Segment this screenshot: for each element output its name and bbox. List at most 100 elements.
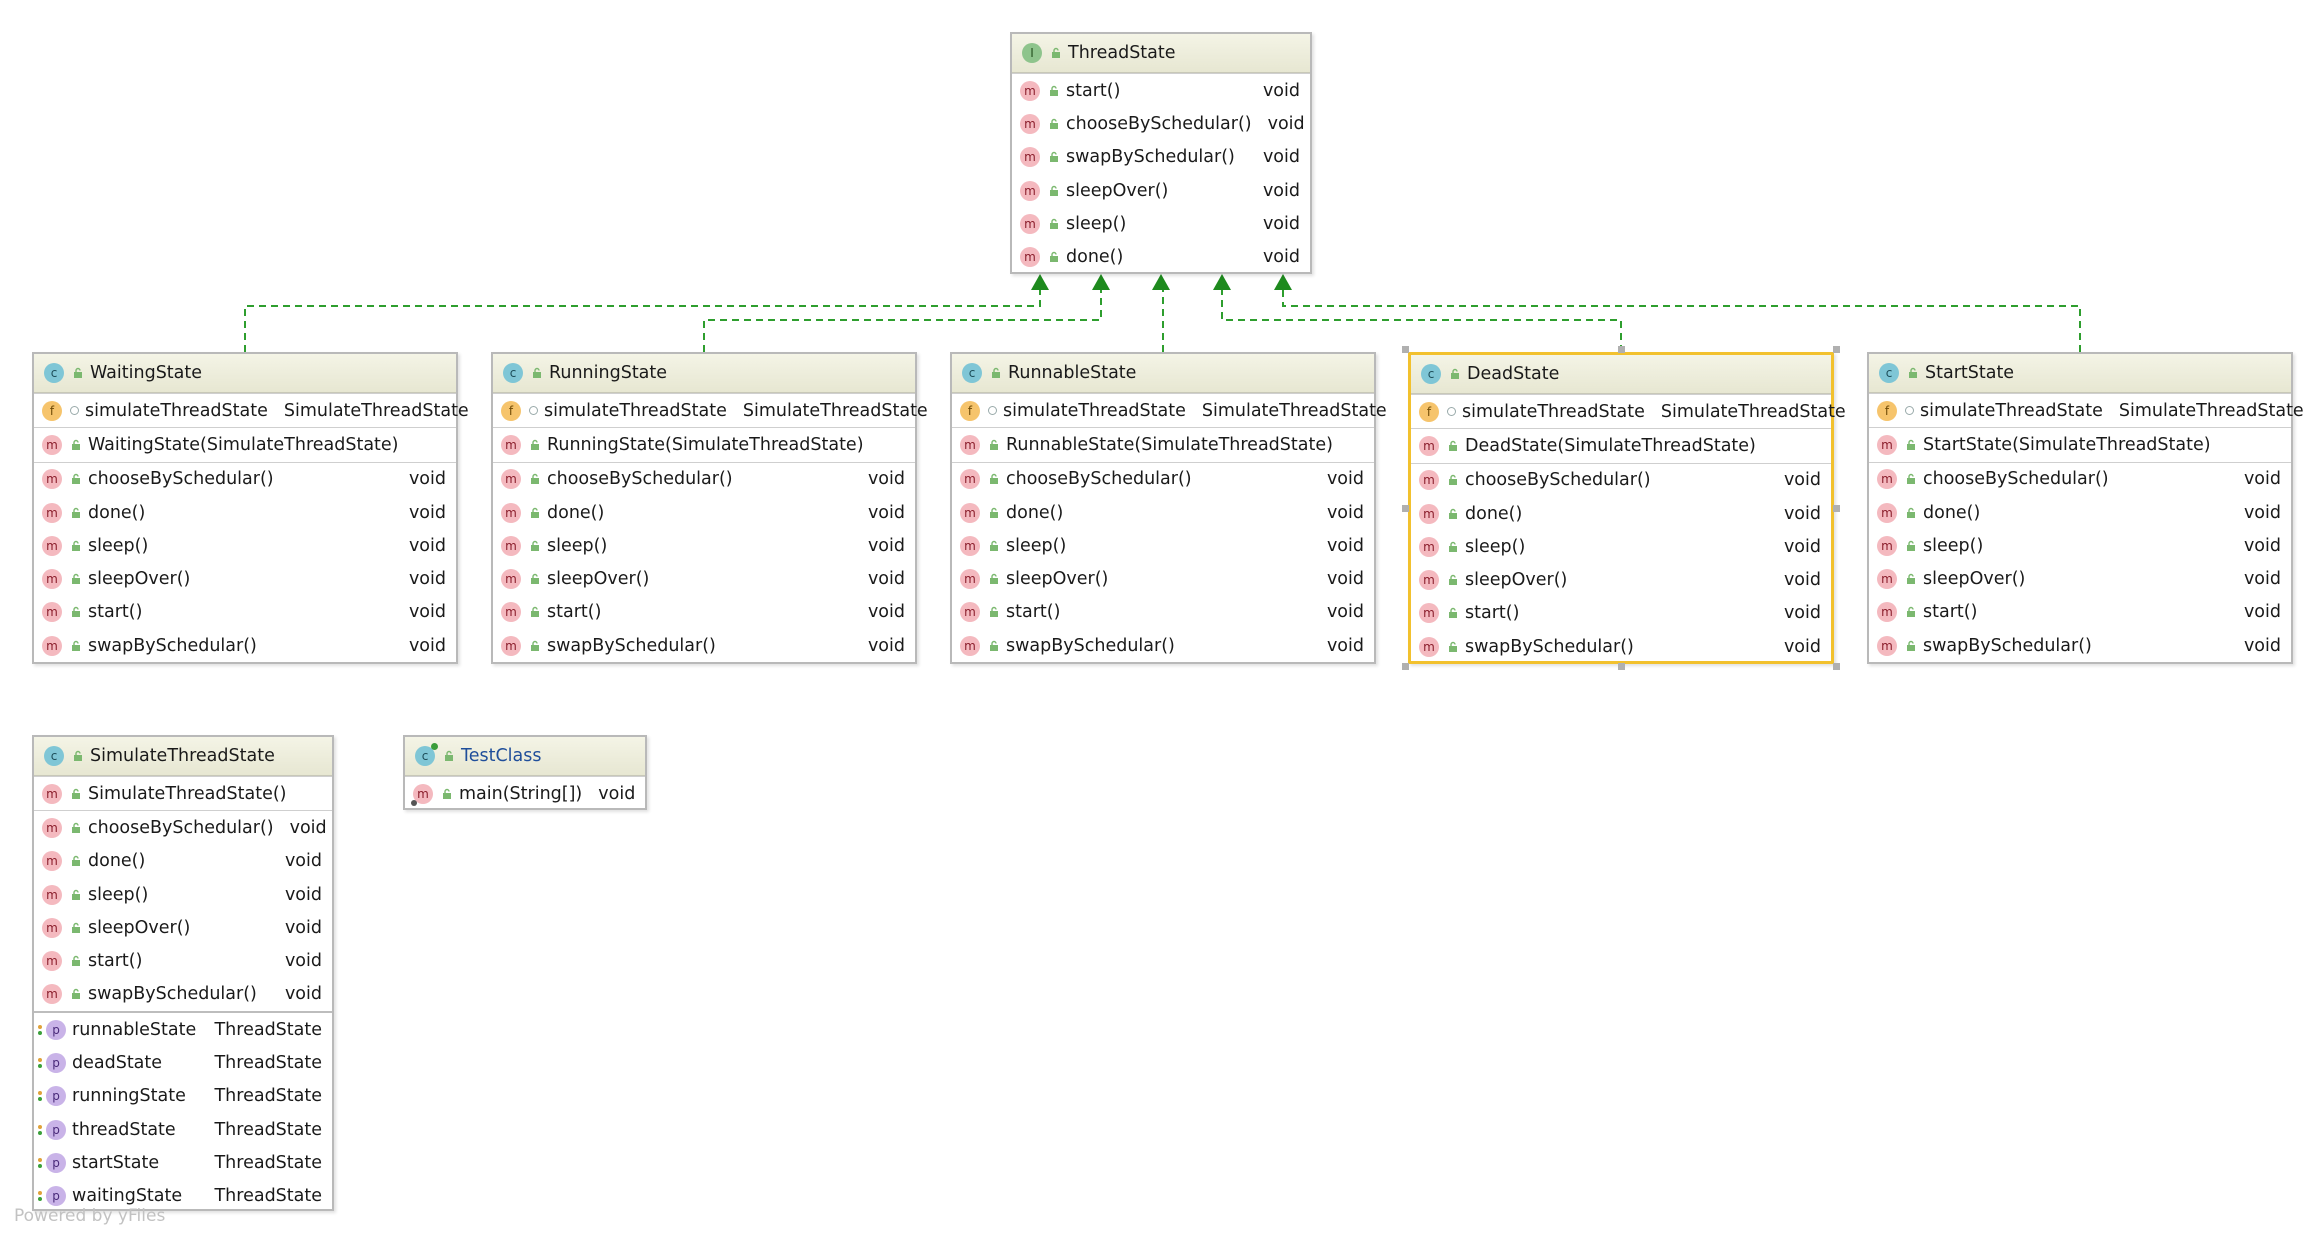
method-row[interactable]: m chooseBySchedular() void <box>34 463 456 496</box>
method-row[interactable]: m start() void <box>1012 74 1310 107</box>
method-row[interactable]: m start() void <box>493 596 915 629</box>
property-row[interactable]: p runnableState ThreadState <box>34 1013 332 1046</box>
constructor-row[interactable]: m StartState(SimulateThreadState) <box>1869 428 2291 461</box>
public-lock-icon <box>990 573 998 585</box>
method-row[interactable]: m sleepOver() void <box>1869 562 2291 595</box>
field-row[interactable]: f simulateThreadState SimulateThreadStat… <box>1869 394 2304 427</box>
method-row[interactable]: m done() void <box>493 496 915 529</box>
method-icon: m <box>42 635 62 656</box>
method-row[interactable]: m sleep() void <box>34 878 332 911</box>
selection-handle[interactable] <box>1618 346 1625 353</box>
class-testclass[interactable]: c TestClass m main(String[]) void <box>403 735 647 810</box>
method-row[interactable]: m start() void <box>34 596 456 629</box>
arrowhead-waiting <box>1031 274 1049 290</box>
method-row[interactable]: m chooseBySchedular() void <box>1012 107 1310 140</box>
method-row[interactable]: m done() void <box>1869 496 2291 529</box>
edge-dead-implements[interactable] <box>1221 286 1622 352</box>
method-icon: m <box>1020 247 1040 268</box>
method-row[interactable]: m swapBySchedular() void <box>34 978 332 1011</box>
constructor-row[interactable]: m DeadState(SimulateThreadState) <box>1411 429 1831 462</box>
selection-handle[interactable] <box>1833 505 1840 512</box>
edge-running-implements[interactable] <box>703 286 1102 352</box>
field-row[interactable]: f simulateThreadState SimulateThreadStat… <box>493 394 928 427</box>
method-name: swapBySchedular() <box>1923 635 2092 656</box>
method-icon: m <box>42 984 62 1005</box>
method-row[interactable]: m start() void <box>1869 596 2291 629</box>
property-type: ThreadState <box>214 1119 322 1140</box>
method-row[interactable]: m done() void <box>1012 240 1310 273</box>
method-row[interactable]: m done() void <box>952 496 1374 529</box>
constructor-row[interactable]: m WaitingState(SimulateThreadState) <box>34 428 456 461</box>
edge-runnable-implements[interactable] <box>1161 285 1164 352</box>
selection-handle[interactable] <box>1402 663 1409 670</box>
return-type: void <box>408 569 446 590</box>
method-row[interactable]: m done() void <box>34 845 332 878</box>
property-row[interactable]: p threadState ThreadState <box>34 1113 332 1146</box>
class-runningstate[interactable]: c RunningState f simulateThreadState Sim… <box>491 352 928 664</box>
public-lock-icon <box>1907 507 1915 518</box>
constructor-row[interactable]: m RunnableState(SimulateThreadState) <box>952 428 1374 461</box>
method-row[interactable]: m chooseBySchedular() void <box>493 463 915 496</box>
selection-handle[interactable] <box>1402 346 1409 353</box>
method-row[interactable]: m chooseBySchedular() void <box>952 463 1374 496</box>
method-row[interactable]: m main(String[]) void <box>405 777 645 810</box>
method-icon: m <box>1877 502 1897 523</box>
field-row[interactable]: f simulateThreadState SimulateThreadStat… <box>952 394 1387 427</box>
class-runnablestate[interactable]: c RunnableState f simulateThreadState Si… <box>950 352 1387 664</box>
class-simulatethreadstate[interactable]: c SimulateThreadState m SimulateThreadSta… <box>32 735 334 1211</box>
method-row[interactable]: m swapBySchedular() void <box>1411 630 1831 663</box>
class-startstate[interactable]: c StartState f simulateThreadState Simul… <box>1867 352 2304 664</box>
property-row[interactable]: p deadState ThreadState <box>34 1046 332 1079</box>
method-row[interactable]: m sleepOver() void <box>34 911 332 944</box>
class-waitingstate[interactable]: c WaitingState f simulateThreadState Sim… <box>32 352 469 664</box>
method-row[interactable]: m sleepOver() void <box>952 562 1374 595</box>
method-row[interactable]: m sleepOver() void <box>493 562 915 595</box>
field-name: simulateThreadState <box>1920 400 2103 421</box>
method-row[interactable]: m sleep() void <box>1869 529 2291 562</box>
constructor-row[interactable]: m RunningState(SimulateThreadState) <box>493 428 915 461</box>
method-row[interactable]: m sleepOver() void <box>1411 563 1831 596</box>
property-row[interactable]: p startState ThreadState <box>34 1146 332 1179</box>
public-lock-icon <box>531 474 539 485</box>
method-row[interactable]: m sleep() void <box>1411 530 1831 563</box>
selection-handle[interactable] <box>1833 663 1840 670</box>
method-row[interactable]: m start() void <box>34 944 332 977</box>
field-row[interactable]: f simulateThreadState SimulateThreadStat… <box>1411 395 1846 428</box>
method-row[interactable]: m sleep() void <box>34 529 456 562</box>
interface-threadstate[interactable]: I ThreadState m start() void m chooseBySche… <box>1010 32 1312 274</box>
method-row[interactable]: m chooseBySchedular() void <box>1869 463 2291 496</box>
method-row[interactable]: m start() void <box>1411 597 1831 630</box>
method-row[interactable]: m chooseBySchedular() void <box>34 811 332 844</box>
return-type: void <box>1783 636 1821 657</box>
property-row[interactable]: p runningState ThreadState <box>34 1080 332 1113</box>
method-row[interactable]: m done() void <box>1411 497 1831 530</box>
method-row[interactable]: m swapBySchedular() void <box>952 629 1374 662</box>
selection-handle[interactable] <box>1833 346 1840 353</box>
field-type: SimulateThreadState <box>283 400 469 421</box>
return-type: void <box>1326 602 1364 623</box>
constructor-row[interactable]: m SimulateThreadState() <box>34 777 332 810</box>
edge-waiting-implements[interactable] <box>244 286 1041 352</box>
method-row[interactable]: m swapBySchedular() void <box>34 629 456 662</box>
method-row[interactable]: m sleep() void <box>493 529 915 562</box>
return-type: void <box>2243 502 2281 523</box>
method-name: start() <box>547 602 602 623</box>
method-row[interactable]: m sleepOver() void <box>34 562 456 595</box>
method-row[interactable]: m swapBySchedular() void <box>493 629 915 662</box>
method-row[interactable]: m sleep() void <box>952 529 1374 562</box>
method-row[interactable]: m sleepOver() void <box>1012 174 1310 207</box>
property-type: ThreadState <box>214 1019 322 1040</box>
selection-handle[interactable] <box>1618 663 1625 670</box>
method-row[interactable]: m sleep() void <box>1012 207 1310 240</box>
method-row[interactable]: m swapBySchedular() void <box>1012 141 1310 174</box>
method-row[interactable]: m done() void <box>34 496 456 529</box>
field-row[interactable]: f simulateThreadState SimulateThreadStat… <box>34 394 469 427</box>
static-method-icon: m <box>411 783 433 806</box>
method-row[interactable]: m chooseBySchedular() void <box>1411 464 1831 497</box>
class-deadstate[interactable]: c DeadState f simulateThreadState Simula… <box>1408 352 1846 664</box>
method-row[interactable]: m start() void <box>952 596 1374 629</box>
method-name: done() <box>1006 502 1064 523</box>
method-row[interactable]: m swapBySchedular() void <box>1869 629 2291 662</box>
edge-start-implements[interactable] <box>1282 286 2081 352</box>
selection-handle[interactable] <box>1402 505 1409 512</box>
